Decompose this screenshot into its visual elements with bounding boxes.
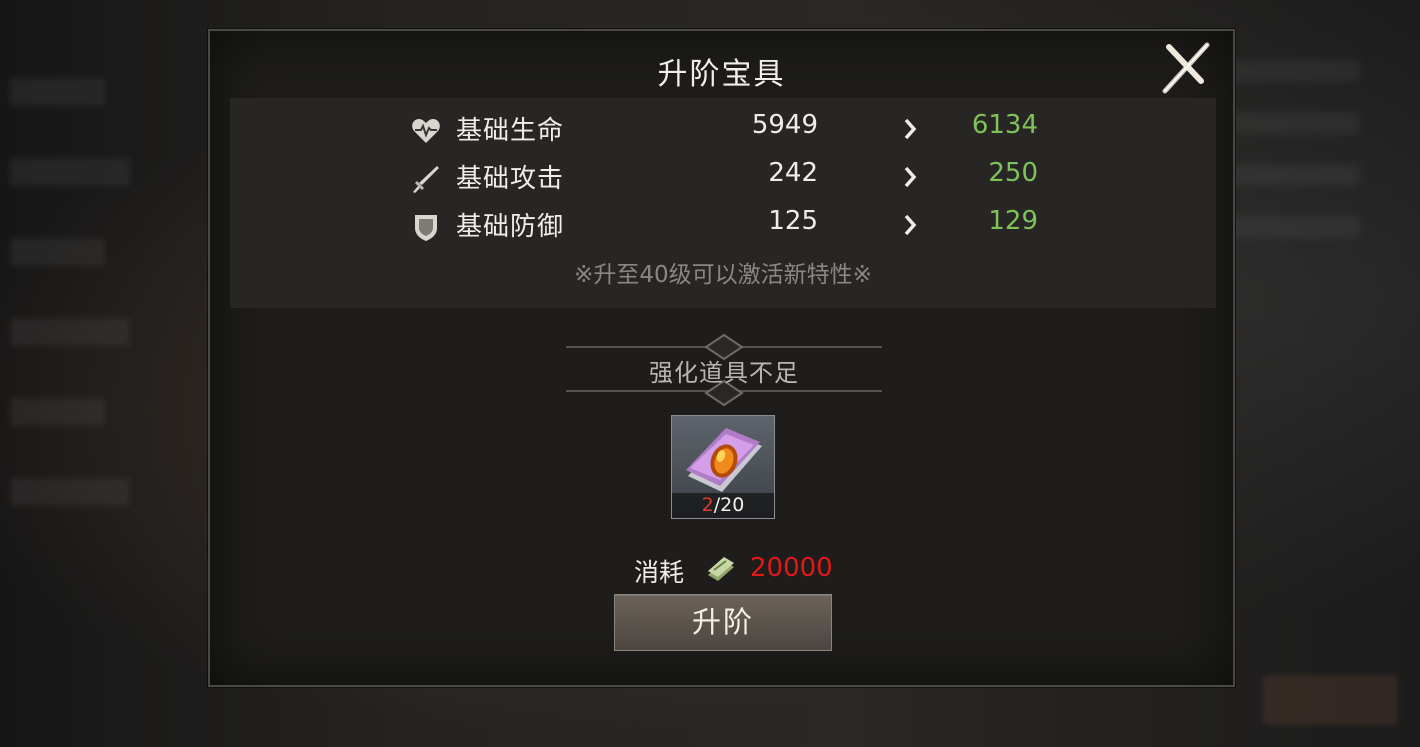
stat-next-value: 129 bbox=[988, 206, 1038, 236]
purple-gem-book-icon bbox=[686, 428, 762, 492]
stat-next-value: 6134 bbox=[971, 110, 1038, 140]
unlock-trait-note: ※升至40级可以激活新特性※ bbox=[574, 262, 872, 288]
upgrade-button[interactable]: 升阶 bbox=[614, 594, 832, 651]
heart-icon bbox=[412, 119, 440, 143]
chevron-right-icon bbox=[904, 166, 917, 188]
chevron-right-icon bbox=[904, 118, 917, 140]
cost-value: 20000 bbox=[750, 553, 833, 583]
stat-label: 基础防御 bbox=[456, 212, 565, 242]
shield-icon bbox=[415, 215, 437, 241]
upgrade-dialog: 升阶宝具 基础生命 5949 6134 基础攻击 242 250 基础防御 12… bbox=[208, 29, 1235, 687]
cash-icon bbox=[708, 557, 734, 581]
stat-row-atk: 基础攻击 242 250 bbox=[230, 156, 1216, 200]
cost-label: 消耗 bbox=[634, 558, 685, 587]
stat-row-hp: 基础生命 5949 6134 bbox=[230, 108, 1216, 152]
stat-next-value: 250 bbox=[988, 158, 1038, 188]
material-count: 2/20 bbox=[672, 493, 774, 518]
material-status-banner: 强化道具不足 bbox=[566, 333, 882, 407]
material-have: 2 bbox=[701, 494, 714, 516]
chevron-right-icon bbox=[904, 214, 917, 236]
dialog-title: 升阶宝具 bbox=[657, 57, 786, 92]
stat-label: 基础攻击 bbox=[456, 164, 565, 194]
sword-icon bbox=[413, 166, 439, 193]
background-side-menu bbox=[10, 78, 150, 558]
background-button bbox=[1263, 675, 1398, 725]
stats-panel: 基础生命 5949 6134 基础攻击 242 250 基础防御 125 129… bbox=[230, 98, 1216, 308]
material-insufficient-text: 强化道具不足 bbox=[649, 359, 799, 387]
stat-current-value: 242 bbox=[768, 158, 818, 188]
stat-current-value: 5949 bbox=[751, 110, 818, 140]
close-x-icon[interactable] bbox=[1157, 39, 1213, 95]
stat-row-def: 基础防御 125 129 bbox=[230, 204, 1216, 248]
material-need: /20 bbox=[713, 494, 745, 516]
stat-label: 基础生命 bbox=[456, 116, 565, 146]
material-item-slot[interactable]: 2/20 bbox=[671, 415, 775, 519]
stat-current-value: 125 bbox=[768, 206, 818, 236]
